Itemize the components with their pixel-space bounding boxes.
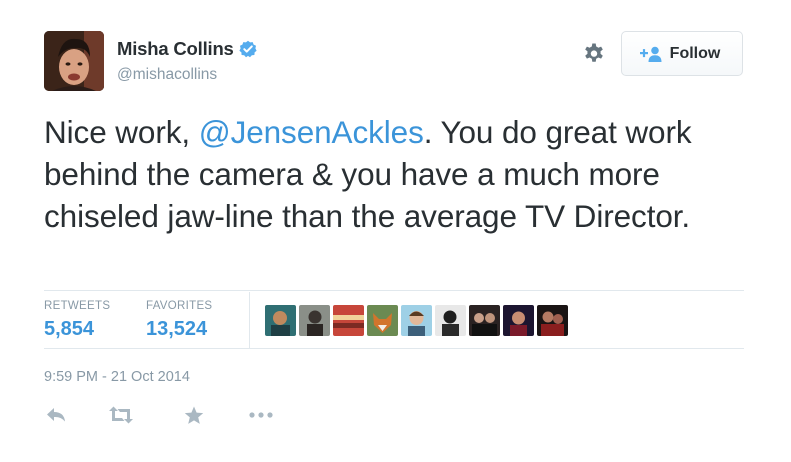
favoriter-avatar-9[interactable] [537, 305, 568, 336]
verified-badge-icon [239, 40, 257, 58]
reply-icon[interactable] [44, 403, 70, 427]
favorites-label: FAVORITES [146, 300, 213, 312]
avatar[interactable] [44, 31, 104, 91]
tweet-text-before: Nice work, [44, 114, 199, 150]
name-row[interactable]: Misha Collins [117, 38, 257, 60]
user-full-name[interactable]: Misha Collins [117, 38, 234, 60]
retweets-count: 5,854 [44, 318, 95, 340]
retweets-label: RETWEETS [44, 300, 111, 312]
favoriter-avatar-5[interactable] [401, 305, 432, 336]
stats-divider [249, 292, 250, 348]
favoriter-avatar-7[interactable] [469, 305, 500, 336]
favoriter-avatar-8[interactable] [503, 305, 534, 336]
favoriter-avatar-2[interactable] [299, 305, 330, 336]
follow-button[interactable]: Follow [621, 31, 743, 76]
divider-bottom [44, 348, 744, 349]
favorites-count: 13,524 [146, 318, 208, 340]
favoriter-avatar-4[interactable] [367, 305, 398, 336]
favorite-star-icon[interactable] [181, 403, 207, 427]
favoriter-avatar-3[interactable] [333, 305, 364, 336]
retweet-icon[interactable] [108, 403, 134, 427]
more-dots-icon[interactable] [248, 403, 274, 427]
divider-top [44, 290, 744, 291]
user-handle[interactable]: @mishacollins [117, 66, 217, 84]
retweets-stat[interactable]: RETWEETS 5,854 [44, 300, 110, 341]
favorited-by-avatars [265, 305, 571, 336]
tweet-card: Misha Collins @mishacollins Follow Nice … [0, 0, 791, 462]
favorites-stat[interactable]: FAVORITES 13,524 [146, 300, 212, 341]
gear-icon[interactable] [582, 42, 606, 66]
avatar-image [44, 31, 104, 91]
tweet-text: Nice work, @JensenAckles. You do great w… [44, 111, 764, 237]
mention-link[interactable]: @JensenAckles [199, 114, 424, 150]
favoriter-avatar-6[interactable] [435, 305, 466, 336]
follow-button-label: Follow [669, 44, 721, 62]
add-user-icon [639, 46, 662, 62]
tweet-timestamp[interactable]: 9:59 PM - 21 Oct 2014 [44, 369, 190, 385]
favoriter-avatar-1[interactable] [265, 305, 296, 336]
